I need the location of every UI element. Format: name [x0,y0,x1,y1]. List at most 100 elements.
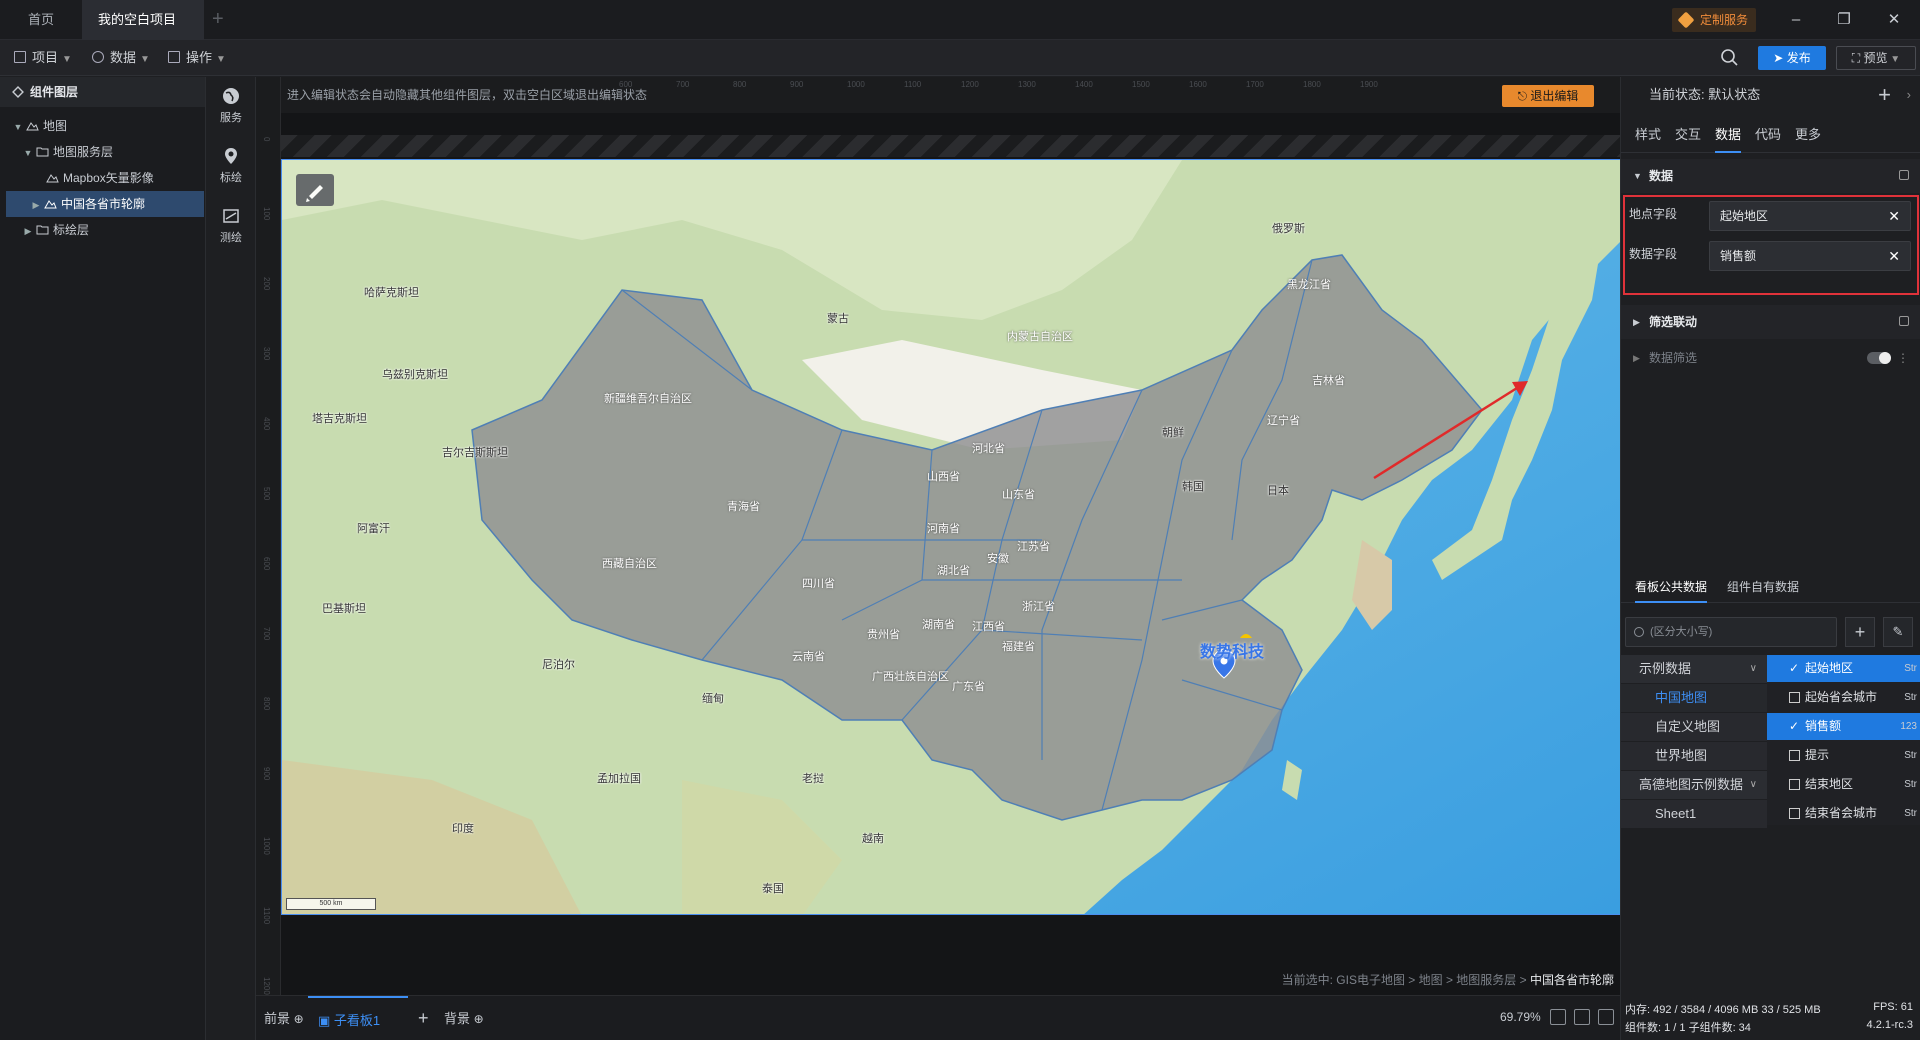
dataset-item[interactable]: 示例数据 ∨ [1621,655,1767,683]
menu-operate[interactable]: 操作 ▼ [168,40,226,76]
map-layer-icon [46,174,59,183]
tree-item-china-outline[interactable]: ▶ 中国各省市轮廓 [6,191,204,217]
province-label: 湖北省 [937,565,970,577]
tab-foreground[interactable]: 前景 ⊕ [264,996,304,1040]
fps-counter: FPS: 61 [1873,1001,1913,1013]
dataset-item[interactable]: Sheet1 [1621,800,1767,828]
clear-icon[interactable]: ✕ [1888,242,1900,270]
tool-service[interactable]: 服务 [206,87,256,125]
checkbox[interactable] [1789,808,1800,819]
add-board-icon[interactable]: + [418,996,429,1040]
tab-data[interactable]: 数据 [1715,117,1742,153]
section-linkage[interactable]: ▶ 筛选联动 [1621,305,1920,339]
tree-item-map[interactable]: ▼ 地图 [6,113,204,139]
map-layer-icon [44,200,57,209]
lock-icon[interactable] [1899,316,1909,326]
more-icon[interactable]: ⋮ [1897,341,1909,375]
data-search-input[interactable]: (区分大小写) [1625,617,1837,647]
tab-more[interactable]: 更多 [1795,117,1821,153]
tool-plot[interactable]: 标绘 [206,147,256,185]
minimize-icon[interactable]: – [1784,8,1808,32]
tab-sub-board[interactable]: ▣ 子看板1 [308,996,408,1040]
data-filter-toggle[interactable] [1867,352,1891,364]
tool-measure[interactable]: 测绘 [206,207,256,245]
add-state-icon[interactable]: + [1878,77,1891,113]
province-label: 山西省 [927,471,960,483]
version-text: 4.2.1-rc.3 [1866,1019,1913,1031]
tab-style[interactable]: 样式 [1635,117,1661,153]
tab-board-public-data[interactable]: 看板公共数据 [1635,571,1708,603]
globe-icon [223,88,239,104]
add-data-button[interactable]: + [1845,617,1875,647]
checkbox[interactable] [1789,750,1800,761]
dataset-item[interactable]: 中国地图 [1621,684,1767,712]
field-item[interactable]: 起始地区 Str [1767,655,1920,682]
field-item[interactable]: 结束省会城市 Str [1767,800,1920,827]
tab-code[interactable]: 代码 [1755,117,1781,153]
tab-home-label: 首页 [28,12,55,27]
menu-project[interactable]: 项目 ▼ [14,40,72,76]
keyboard-icon[interactable] [1574,1009,1590,1025]
checkbox[interactable] [1789,779,1800,790]
map-background [282,160,1620,914]
ruler-tick-label: 500 [262,487,271,501]
preview-button[interactable]: ⛶ 预览 ▼ [1836,46,1916,70]
tab-project[interactable]: 我的空白项目 [82,0,204,65]
tree-item-map-service[interactable]: ▼ 地图服务层 [6,139,204,165]
checkbox[interactable] [1789,692,1800,703]
field-type: Str [1904,663,1917,674]
field-item[interactable]: 提示 Str [1767,742,1920,769]
data-field-select[interactable]: 销售额 ✕ [1709,241,1911,271]
province-label: 辽宁省 [1267,415,1300,427]
caret-right-icon: ▶ [1633,317,1640,327]
marker-label: 数势科技 [1200,644,1265,661]
tab-interaction[interactable]: 交互 [1675,117,1701,153]
tree-item-mapbox[interactable]: Mapbox矢量影像 [6,165,204,191]
new-tab-icon[interactable]: + [212,8,224,31]
chevron-right-icon[interactable]: › [1907,77,1911,113]
field-item[interactable]: 结束地区 Str [1767,771,1920,798]
caret-right-icon: ▶ [32,200,40,210]
location-field-select[interactable]: 起始地区 ✕ [1709,201,1911,231]
plus-circle-icon: ⊕ [473,1012,484,1026]
caret-down-icon: ▼ [13,122,23,132]
province-label: 广东省 [952,681,985,693]
paint-brush-button[interactable] [296,174,334,206]
tab-home[interactable]: 首页 [12,0,70,40]
dataset-item[interactable]: 世界地图 [1621,742,1767,770]
menu-data[interactable]: 数据 ▼ [92,40,150,76]
place-label: 乌兹别克斯坦 [382,369,448,381]
hatched-strip [281,135,1620,157]
fit-screen-icon[interactable] [1550,1009,1566,1025]
section-data[interactable]: ▼ 数据 [1621,159,1920,193]
restore-icon[interactable]: ❐ [1832,8,1856,32]
lock-icon[interactable] [1899,170,1909,180]
edit-data-button[interactable]: ✎ [1883,617,1913,647]
close-icon[interactable]: ✕ [1882,8,1906,32]
publish-button[interactable]: ➤ 发布 [1758,46,1826,70]
data-field-value: 销售额 [1720,249,1757,263]
checkbox[interactable] [1789,655,1800,682]
checkbox[interactable] [1789,713,1800,740]
tree-item-plot-layer[interactable]: ▶ 标绘层 [6,217,204,243]
dataset-item[interactable]: 高德地图示例数据 ∨ [1621,771,1767,799]
terminal-icon[interactable] [1598,1009,1614,1025]
map-component[interactable]: 数势科技 500 km 黑龙江省 内蒙古自治区 吉林省 辽宁省 新疆维吾尔自治区 河北省山… [281,159,1620,915]
editor-canvas[interactable]: 0 100 200 300 400 500 600 700 800 900 1000 1100 1200… [256,77,1620,995]
province-label: 四川省 [802,578,835,590]
tab-background[interactable]: 背景 ⊕ [444,996,484,1040]
custom-service-button[interactable]: 定制服务 [1672,8,1757,32]
caret-right-icon: ▶ [1633,353,1640,363]
dataset-item[interactable]: 自定义地图 [1621,713,1767,741]
layers-icon [12,86,24,98]
field-item[interactable]: 销售额 123 [1767,713,1920,740]
zoom-level[interactable]: 69.79% [1500,1010,1541,1024]
exit-edit-button[interactable]: ⎋ 退出编辑 [1502,85,1594,107]
field-item[interactable]: 起始省会城市 Str [1767,684,1920,711]
edit-hint: 进入编辑状态会自动隐藏其他组件图层，双击空白区域退出编辑状态 [281,77,1620,113]
clear-icon[interactable]: ✕ [1888,202,1900,230]
search-icon[interactable] [1720,48,1738,66]
province-label: 云南省 [792,651,825,663]
tab-component-own-data[interactable]: 组件自有数据 [1727,571,1799,603]
current-state-text: 当前状态: 默认状态 [1649,87,1761,102]
